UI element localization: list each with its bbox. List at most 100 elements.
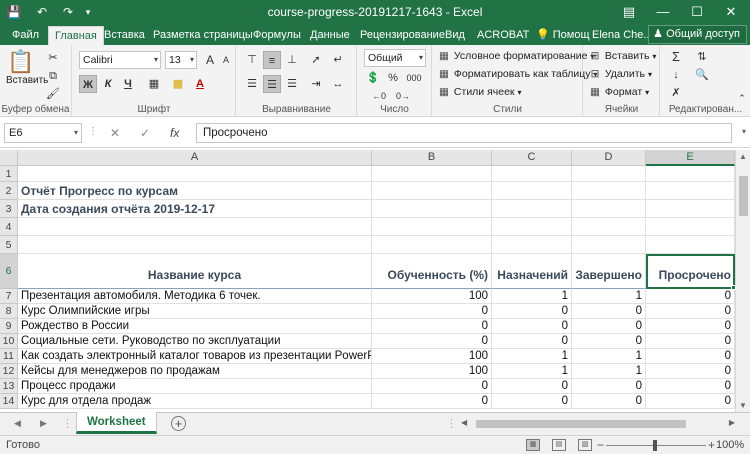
course-name-cell[interactable]: Курс Олимпийские игры <box>18 304 372 319</box>
fill-color-icon[interactable]: ▩ <box>169 75 187 93</box>
value-cell[interactable]: 0 <box>646 304 735 319</box>
value-cell[interactable]: 0 <box>492 304 572 319</box>
fill-icon[interactable]: ↓ <box>667 66 685 84</box>
value-cell[interactable]: 0 <box>646 319 735 334</box>
percent-button[interactable]: % <box>384 69 402 87</box>
customize-qat-icon[interactable]: ▾ <box>80 4 96 20</box>
add-sheet-button[interactable]: + <box>171 416 186 431</box>
course-name-cell[interactable]: Как создать электронный каталог товаров … <box>18 349 372 364</box>
tab-acrobat[interactable]: ACROBAT <box>471 26 535 45</box>
bold-button[interactable]: Ж <box>79 75 97 93</box>
row-header-14[interactable]: 14 <box>0 394 18 409</box>
copy-icon[interactable]: ⧉ <box>44 67 62 85</box>
header-progress[interactable]: Обученность (%) <box>372 254 492 289</box>
course-name-cell[interactable]: Кейсы для менеджеров по продажам <box>18 364 372 379</box>
font-name-combo[interactable]: Calibri ▾ <box>79 51 161 69</box>
borders-icon[interactable]: ▦ <box>145 75 163 93</box>
currency-icon[interactable]: 💲 <box>364 69 382 87</box>
autosum-icon[interactable]: Σ <box>667 48 685 66</box>
value-cell[interactable]: 1 <box>492 289 572 304</box>
cell[interactable] <box>18 218 372 236</box>
underline-button[interactable]: Ч <box>119 75 137 93</box>
expand-formula-icon[interactable]: ▾ <box>742 127 746 136</box>
select-all-corner[interactable] <box>0 150 18 166</box>
prev-sheet-icon[interactable]: ◀ <box>14 418 21 429</box>
row-header-2[interactable]: 2 <box>0 182 18 200</box>
orientation-icon[interactable]: ➚ <box>307 51 325 69</box>
delete-cells-button[interactable]: ⊟ Удалить ▾ <box>588 66 652 83</box>
wrap-text-icon[interactable]: ↵ <box>329 51 347 69</box>
scroll-down-icon[interactable]: ▼ <box>736 401 750 410</box>
fill-handle[interactable] <box>731 285 736 290</box>
value-cell[interactable]: 100 <box>372 289 492 304</box>
cell[interactable] <box>372 182 492 200</box>
cell[interactable] <box>372 236 492 254</box>
tab-file[interactable]: Файл <box>6 26 45 45</box>
value-cell[interactable]: 0 <box>372 379 492 394</box>
row-header-8[interactable]: 8 <box>0 304 18 319</box>
redo-icon[interactable]: ↷ <box>60 4 76 20</box>
find-icon[interactable]: 🔍 <box>693 66 711 84</box>
cell[interactable] <box>492 218 572 236</box>
tab-formulas[interactable]: Формулы <box>247 26 307 45</box>
clear-icon[interactable]: ✗ <box>667 84 685 102</box>
report-date[interactable]: Дата создания отчёта 2019-12-17 <box>18 200 372 218</box>
sort-filter-icon[interactable]: ⇅ <box>693 48 711 66</box>
row-header-10[interactable]: 10 <box>0 334 18 349</box>
vertical-scroll-thumb[interactable] <box>739 176 748 216</box>
header-course-name[interactable]: Название курса <box>18 254 372 289</box>
align-right-icon[interactable]: ☰ <box>283 75 301 93</box>
header-completed[interactable]: Завершено <box>572 254 646 289</box>
cell[interactable] <box>492 182 572 200</box>
cell[interactable] <box>572 236 646 254</box>
row-header-5[interactable]: 5 <box>0 236 18 254</box>
worksheet-grid[interactable]: A B C D E 1 2 3 4 5 6 7 8 9 10 11 12 13 14 Отчёт Прогресс п… <box>0 150 750 412</box>
page-break-view-icon[interactable]: ▧ <box>578 439 592 451</box>
horizontal-scroll-thumb[interactable] <box>476 420 686 428</box>
row-header-3[interactable]: 3 <box>0 200 18 218</box>
italic-button[interactable]: К <box>99 75 117 93</box>
sheet-tab-worksheet[interactable]: Worksheet <box>76 412 157 434</box>
ribbon-display-icon[interactable]: ▤ <box>612 0 646 24</box>
tab-page-layout[interactable]: Разметка страницы <box>147 26 259 45</box>
cell[interactable] <box>572 200 646 218</box>
name-box[interactable]: E6 ▾ <box>4 123 82 143</box>
value-cell[interactable]: 0 <box>492 379 572 394</box>
report-title[interactable]: Отчёт Прогресс по курсам <box>18 182 372 200</box>
row-header-6[interactable]: 6 <box>0 254 18 289</box>
increase-decimal-icon[interactable]: ←0 <box>370 87 388 105</box>
course-name-cell[interactable]: Презентация автомобиля. Методика 6 точек… <box>18 289 372 304</box>
cell[interactable] <box>492 166 572 182</box>
value-cell[interactable]: 0 <box>572 379 646 394</box>
scroll-left-icon[interactable]: ◀ <box>461 418 467 427</box>
zoom-slider-thumb[interactable] <box>653 440 657 451</box>
format-cells-button[interactable]: ▦ Формат ▾ <box>588 84 649 101</box>
tab-data[interactable]: Данные <box>304 26 356 45</box>
save-icon[interactable]: 💾 <box>6 4 22 20</box>
value-cell[interactable]: 1 <box>492 349 572 364</box>
value-cell[interactable]: 100 <box>372 364 492 379</box>
cell[interactable] <box>646 182 735 200</box>
value-cell[interactable]: 0 <box>492 334 572 349</box>
enter-icon[interactable]: ✓ <box>140 123 150 143</box>
conditional-formatting-button[interactable]: ▦ Условное форматирование ▾ <box>437 48 594 65</box>
next-sheet-icon[interactable]: ▶ <box>40 418 47 429</box>
insert-function-button[interactable]: fx <box>170 123 179 143</box>
cell[interactable] <box>18 236 372 254</box>
number-format-combo[interactable]: Общий ▾ <box>364 49 426 67</box>
minimize-icon[interactable]: — <box>646 0 680 24</box>
row-header-7[interactable]: 7 <box>0 289 18 304</box>
row-header-9[interactable]: 9 <box>0 319 18 334</box>
value-cell[interactable]: 0 <box>572 334 646 349</box>
paste-button[interactable]: 📋 Вставить <box>6 49 48 93</box>
value-cell[interactable]: 0 <box>646 349 735 364</box>
column-header-d[interactable]: D <box>572 150 646 166</box>
tab-view[interactable]: Вид <box>439 26 471 45</box>
align-center-icon[interactable]: ☰ <box>263 75 281 93</box>
cancel-icon[interactable]: ✕ <box>110 123 120 143</box>
normal-view-icon[interactable]: ▦ <box>526 439 540 451</box>
cell[interactable] <box>572 166 646 182</box>
value-cell[interactable]: 1 <box>572 349 646 364</box>
cell[interactable] <box>646 166 735 182</box>
close-icon[interactable]: ✕ <box>714 0 748 24</box>
